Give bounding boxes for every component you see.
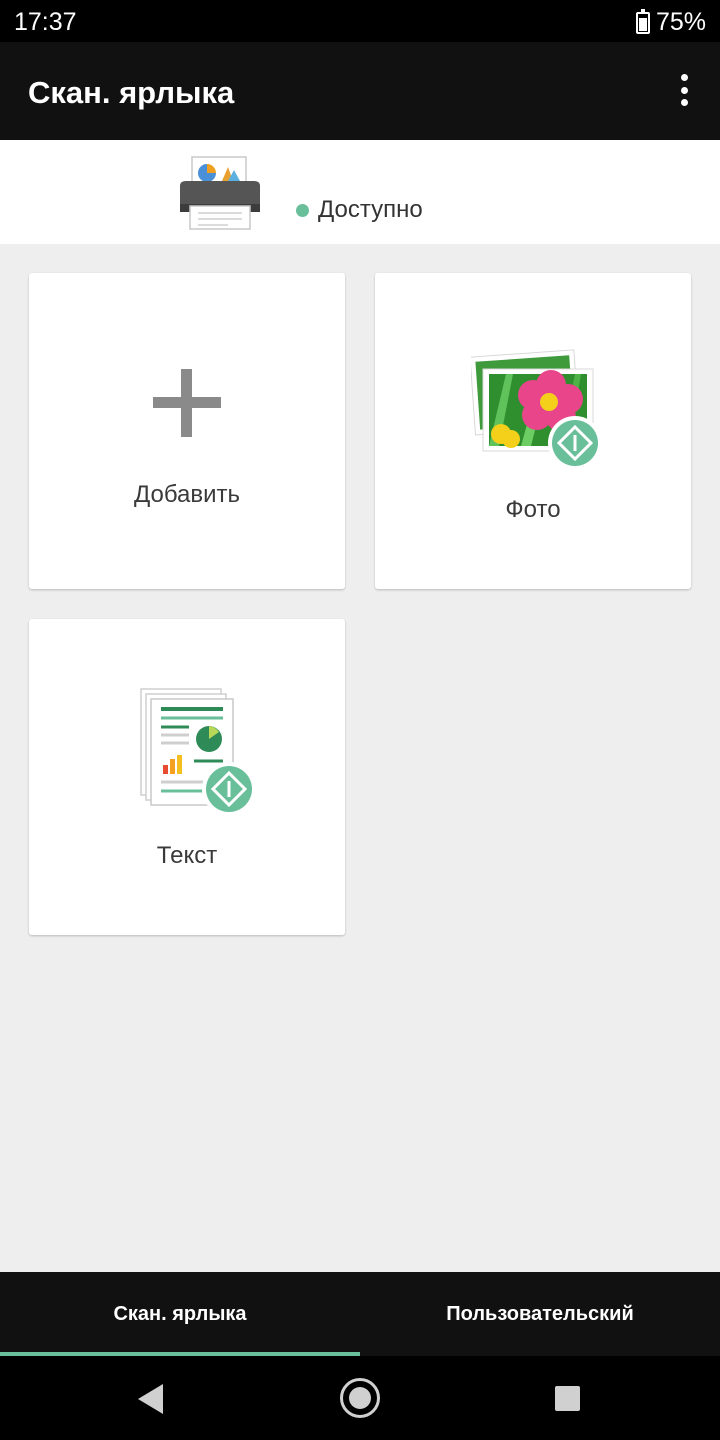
printer-status-label: Доступно: [318, 196, 423, 223]
system-nav-bar: [0, 1356, 720, 1440]
overflow-dot: [680, 74, 688, 81]
text-shortcut-label: Текст: [156, 842, 218, 869]
document-scan-icon: [140, 688, 256, 816]
page-title: Скан. ярлыка: [28, 75, 235, 110]
battery-icon: [635, 8, 650, 34]
back-icon[interactable]: [138, 1384, 163, 1414]
printer-selector[interactable]: Доступно: [0, 140, 720, 244]
overflow-menu-icon[interactable]: [672, 74, 696, 106]
photo-scan-icon: [471, 349, 602, 470]
photo-shortcut-label: Фото: [505, 496, 561, 523]
bottom-nav: Скан. ярлыка Пользовательский: [0, 1272, 720, 1356]
tab-shortcut-scan[interactable]: Скан. ярлыка: [0, 1272, 360, 1356]
add-shortcut-tile[interactable]: Добавить: [29, 273, 345, 589]
printer-icon: [180, 156, 260, 230]
status-dot-icon: [296, 203, 309, 217]
recent-apps-icon[interactable]: [555, 1386, 580, 1411]
printer-status: Доступно: [296, 196, 423, 224]
text-shortcut-tile[interactable]: Текст: [29, 619, 345, 935]
add-shortcut-label: Добавить: [133, 481, 241, 508]
photo-shortcut-tile[interactable]: Фото: [375, 273, 691, 589]
status-bar: 17:37 75%: [0, 0, 720, 48]
overflow-dot: [680, 99, 688, 106]
tab-custom-label: Пользовательский: [446, 1302, 634, 1325]
status-right: 75%: [635, 8, 706, 37]
tab-custom[interactable]: Пользовательский: [360, 1272, 720, 1356]
overflow-dot: [680, 86, 688, 94]
battery-percent: 75%: [655, 8, 706, 36]
plus-icon: [153, 369, 221, 437]
app-bar: Скан. ярлыка: [0, 42, 720, 140]
home-icon[interactable]: [340, 1378, 380, 1418]
status-time: 17:37: [14, 8, 77, 36]
tab-shortcut-scan-label: Скан. ярлыка: [113, 1302, 247, 1325]
